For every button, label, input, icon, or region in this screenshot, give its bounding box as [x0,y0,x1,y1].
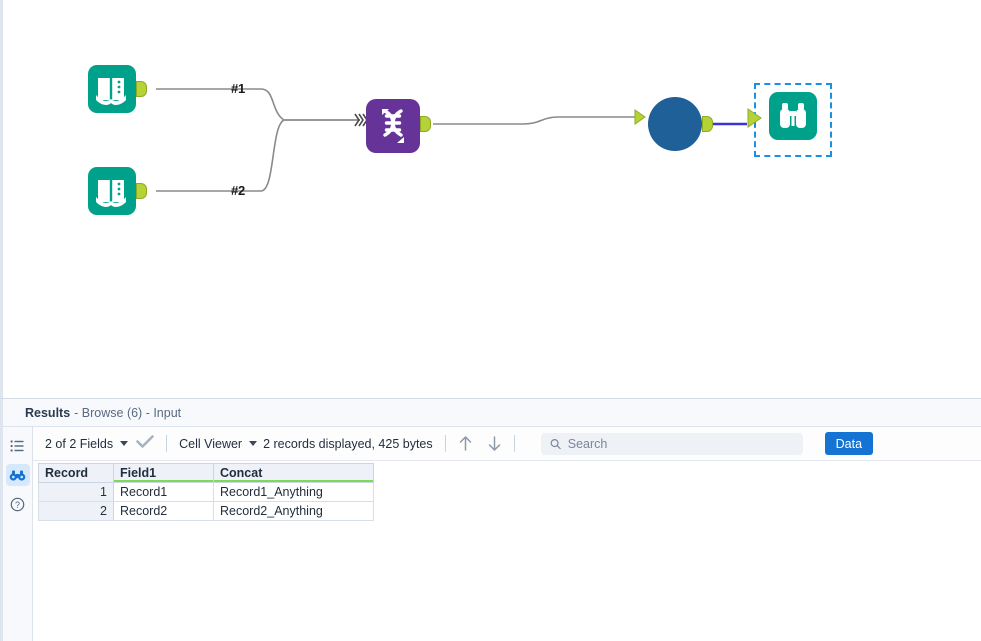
circle-icon [648,97,702,151]
arrow-down-icon[interactable] [487,435,502,452]
check-icon [136,435,154,449]
toolbar-divider-1 [166,435,167,452]
results-subtitle: - Browse (6) - Input [74,406,181,420]
binoculars-icon [769,92,817,140]
cell-field1[interactable]: Record2 [114,502,214,521]
book-icon [88,167,136,215]
results-body: ? 2 of 2 Fields Cell Viewer [0,427,981,641]
book-icon [88,65,136,113]
cell-field1[interactable]: Record1 [114,483,214,502]
results-table: Record Field1 Concat 1 Record1 Record1_A… [38,463,374,521]
results-main: 2 of 2 Fields Cell Viewer 2 records disp… [33,427,981,641]
wire-join-circle [433,117,635,124]
tool-join-multiple[interactable] [366,99,420,153]
col-header-record[interactable]: Record [39,464,114,483]
workflow-canvas[interactable]: #1 #2 [0,0,981,398]
results-panel: Results - Browse (6) - Input [0,398,981,641]
arrow-up-icon[interactable] [458,435,473,452]
tool-input-data-1[interactable] [88,65,136,113]
output-anchor[interactable] [136,81,147,97]
help-icon: ? [10,497,25,512]
svg-text:?: ? [15,500,20,510]
records-displayed-label: 2 records displayed, 425 bytes [263,437,433,451]
chevron-down-icon[interactable] [120,441,128,446]
rail-item-data[interactable] [6,464,30,486]
tool-circle[interactable] [648,97,702,151]
col-header-concat[interactable]: Concat [214,464,374,483]
output-anchor[interactable] [702,116,713,132]
chevron-down-icon-view[interactable] [249,441,257,446]
dna-icon [366,99,420,153]
cell-concat[interactable]: Record1_Anything [214,483,374,502]
results-panel-header: Results - Browse (6) - Input [0,399,981,427]
list-icon [10,439,25,454]
connection-label-2: #2 [231,183,245,198]
cell-concat[interactable]: Record2_Anything [214,502,374,521]
toolbar-divider-2 [445,435,446,452]
results-toolbar: 2 of 2 Fields Cell Viewer 2 records disp… [33,427,981,461]
input-anchor[interactable] [747,108,765,128]
tool-input-data-2[interactable] [88,167,136,215]
search-box[interactable] [541,433,803,455]
table-row[interactable]: 2 Record2 Record2_Anything [39,502,374,521]
results-table-wrap[interactable]: Record Field1 Concat 1 Record1 Record1_A… [33,461,981,641]
table-header-row: Record Field1 Concat [39,464,374,483]
workflow-connections [3,0,981,398]
wire-input1-join [156,89,360,120]
toolbar-divider-3 [514,435,515,452]
results-title: Results [25,406,70,420]
output-anchor[interactable] [420,116,431,132]
wire-input2-join [156,120,360,191]
view-mode-label[interactable]: Cell Viewer [179,437,242,451]
fields-count-label[interactable]: 2 of 2 Fields [45,437,113,451]
rail-item-messages[interactable] [6,435,30,457]
col-header-field1[interactable]: Field1 [114,464,214,483]
cell-record: 1 [39,483,114,502]
binoculars-icon [9,468,26,483]
search-icon [550,438,561,450]
record-nav [458,435,502,452]
check-icon-wrap[interactable] [136,435,154,452]
table-row[interactable]: 1 Record1 Record1_Anything [39,483,374,502]
connection-label-1: #1 [231,81,245,96]
alteryx-designer-window: #1 #2 [0,0,981,641]
results-icon-rail: ? [3,427,33,641]
output-anchor[interactable] [136,183,147,199]
tool-browse[interactable] [769,92,817,140]
input-anchor[interactable] [634,109,647,125]
data-button[interactable]: Data [825,432,873,455]
cell-record: 2 [39,502,114,521]
rail-item-help[interactable]: ? [6,493,30,515]
search-input[interactable] [568,437,794,451]
